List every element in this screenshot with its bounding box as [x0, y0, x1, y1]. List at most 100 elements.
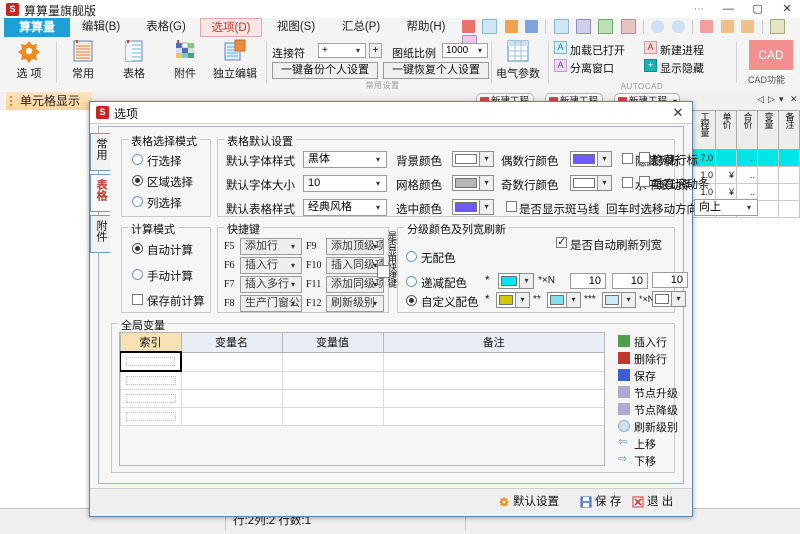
- drag-handle-icon[interactable]: [10, 96, 12, 107]
- restore-settings-button[interactable]: 一键恢复个人设置: [383, 62, 489, 79]
- cell-price[interactable]: ¥: [716, 167, 737, 184]
- scale-select[interactable]: 1000 ▾: [442, 43, 488, 58]
- close-button[interactable]: ✕: [774, 0, 800, 18]
- odd-row-color-picker[interactable]: ▾: [570, 175, 612, 191]
- cell-remark[interactable]: [383, 371, 605, 390]
- doc-tab-close[interactable]: ✕: [790, 94, 798, 105]
- checkbox-show-zebra[interactable]: [506, 201, 517, 212]
- calendar-icon[interactable]: [576, 19, 591, 34]
- cell-var-value[interactable]: [282, 352, 383, 371]
- decrement-color-picker[interactable]: ▾: [498, 273, 534, 289]
- cell-remark[interactable]: [383, 352, 605, 371]
- col-header-index[interactable]: 索引: [120, 333, 181, 353]
- cell-index[interactable]: [120, 371, 181, 390]
- tab-table[interactable]: 表格(G): [135, 18, 197, 37]
- connector-select[interactable]: + ▾: [318, 43, 366, 58]
- checkbox-h-scrollbar[interactable]: [622, 177, 633, 188]
- autocad-new-process[interactable]: 新建进程: [660, 42, 704, 58]
- ribbon-button-electric-params[interactable]: 电气参数: [494, 38, 542, 81]
- font-size-select[interactable]: 10 ▾: [303, 175, 387, 192]
- shortcut-f11-select[interactable]: 添加同级项▾: [326, 276, 384, 293]
- tab-summary[interactable]: 汇总(P): [330, 18, 392, 37]
- ribbon-button-attachment[interactable]: 附件: [164, 38, 206, 81]
- col-header-quantity[interactable]: 工程量: [693, 111, 716, 150]
- defaults-button[interactable]: 默认设置: [498, 494, 559, 510]
- text-tool-icon[interactable]: [462, 20, 475, 33]
- table-row[interactable]: 7.0 ..: [693, 150, 800, 167]
- col-header-total[interactable]: 合价: [737, 111, 758, 150]
- doc-tab-list[interactable]: ▾: [779, 94, 784, 105]
- doc-tab-next[interactable]: ▷: [768, 94, 775, 105]
- custom-color-picker-2[interactable]: ▾: [547, 292, 581, 308]
- minimize-button[interactable]: —: [715, 0, 741, 18]
- cell-remark[interactable]: [383, 408, 605, 426]
- col-header-variable[interactable]: 变量: [758, 111, 779, 150]
- maximize-button[interactable]: ▢: [745, 0, 771, 18]
- checkbox-save-before-calc[interactable]: [132, 294, 143, 305]
- more-button[interactable]: ⋯: [686, 1, 712, 19]
- move-down-button[interactable]: ⇨ 下移: [618, 453, 656, 469]
- decrement-number-1[interactable]: 10: [570, 273, 606, 289]
- tab-options[interactable]: 选项(D): [200, 18, 262, 37]
- tab-home[interactable]: 算算量: [4, 18, 70, 37]
- cell-total[interactable]: ..: [737, 184, 758, 201]
- cell-price[interactable]: [716, 150, 737, 167]
- cell-index[interactable]: [120, 352, 181, 371]
- undo-icon[interactable]: [651, 20, 664, 33]
- shortcut-f12-select[interactable]: 刷新级别▾: [326, 295, 384, 312]
- radio-no-color[interactable]: [406, 251, 417, 262]
- dialog-close-button[interactable]: ✕: [668, 104, 688, 121]
- col-header-var-value[interactable]: 变量值: [282, 333, 383, 353]
- ribbon-button-common[interactable]: 常用: [62, 38, 104, 81]
- copy-icon[interactable]: [554, 19, 569, 34]
- ribbon-button-standalone-edit[interactable]: 独立编辑: [207, 38, 263, 81]
- cell-index[interactable]: [120, 408, 181, 426]
- selected-color-picker[interactable]: ▾: [452, 199, 494, 215]
- cell-price[interactable]: ¥: [716, 184, 737, 201]
- tab-edit[interactable]: 编辑(B): [70, 18, 132, 37]
- custom-color-picker-1[interactable]: ▾: [496, 292, 530, 308]
- shortcut-f5-select[interactable]: 添加行▾: [240, 238, 302, 255]
- delete-row-button[interactable]: 删除行: [618, 351, 667, 367]
- shortcut-f9-select[interactable]: 添加顶级项▾: [326, 238, 384, 255]
- cell-variable[interactable]: [758, 201, 779, 218]
- side-tab-attachment[interactable]: 附件: [90, 215, 110, 253]
- checkbox-hide-col-header[interactable]: [622, 153, 633, 164]
- side-tab-table[interactable]: 表格: [90, 174, 110, 212]
- new-file-icon[interactable]: [482, 19, 497, 34]
- radio-custom-color[interactable]: [406, 295, 417, 306]
- checkbox-enable-shortcuts[interactable]: [377, 265, 390, 278]
- autocad-load-opened[interactable]: 加载已打开: [570, 42, 625, 58]
- cell-var-value[interactable]: [282, 408, 383, 426]
- radio-column-select[interactable]: [132, 196, 143, 207]
- zoom-icon[interactable]: [770, 19, 785, 34]
- cell-total[interactable]: ..: [737, 150, 758, 167]
- cell-var-value[interactable]: [282, 390, 383, 408]
- node-promote-button[interactable]: 节点升级: [618, 385, 678, 401]
- refresh-level-button[interactable]: 刷新级别: [618, 419, 678, 435]
- col-header-note[interactable]: 备注: [779, 111, 800, 150]
- table-row[interactable]: [120, 352, 605, 371]
- cell-var-value[interactable]: [282, 371, 383, 390]
- grid-icon[interactable]: [621, 19, 636, 34]
- backup-settings-button[interactable]: 一键备份个人设置: [272, 62, 378, 79]
- save-button[interactable]: 保 存: [580, 494, 621, 510]
- insert-row-button[interactable]: 插入行: [618, 334, 667, 350]
- decrement-number-3[interactable]: 10: [652, 272, 688, 288]
- radio-manual-calc[interactable]: [132, 269, 143, 280]
- split-v-icon[interactable]: [741, 20, 754, 33]
- connector-add-button[interactable]: +: [369, 43, 382, 58]
- table-row[interactable]: [120, 390, 605, 408]
- radio-auto-calc[interactable]: [132, 243, 143, 254]
- list-icon[interactable]: [598, 19, 613, 34]
- autocad-detach-window[interactable]: 分离窗口: [570, 60, 614, 76]
- shortcut-f8-select[interactable]: 生产门窗公式▾: [240, 295, 302, 312]
- open-folder-icon[interactable]: [505, 20, 518, 33]
- col-header-var-name[interactable]: 变量名: [181, 333, 282, 353]
- decrement-number-2[interactable]: 10: [612, 273, 648, 289]
- checkbox-v-scrollbar[interactable]: [639, 176, 650, 187]
- col-header-remark[interactable]: 备注: [383, 333, 605, 353]
- bg-color-picker[interactable]: ▾: [452, 151, 494, 167]
- checkbox-hide-row-header[interactable]: [639, 152, 650, 163]
- redo-icon[interactable]: [672, 20, 685, 33]
